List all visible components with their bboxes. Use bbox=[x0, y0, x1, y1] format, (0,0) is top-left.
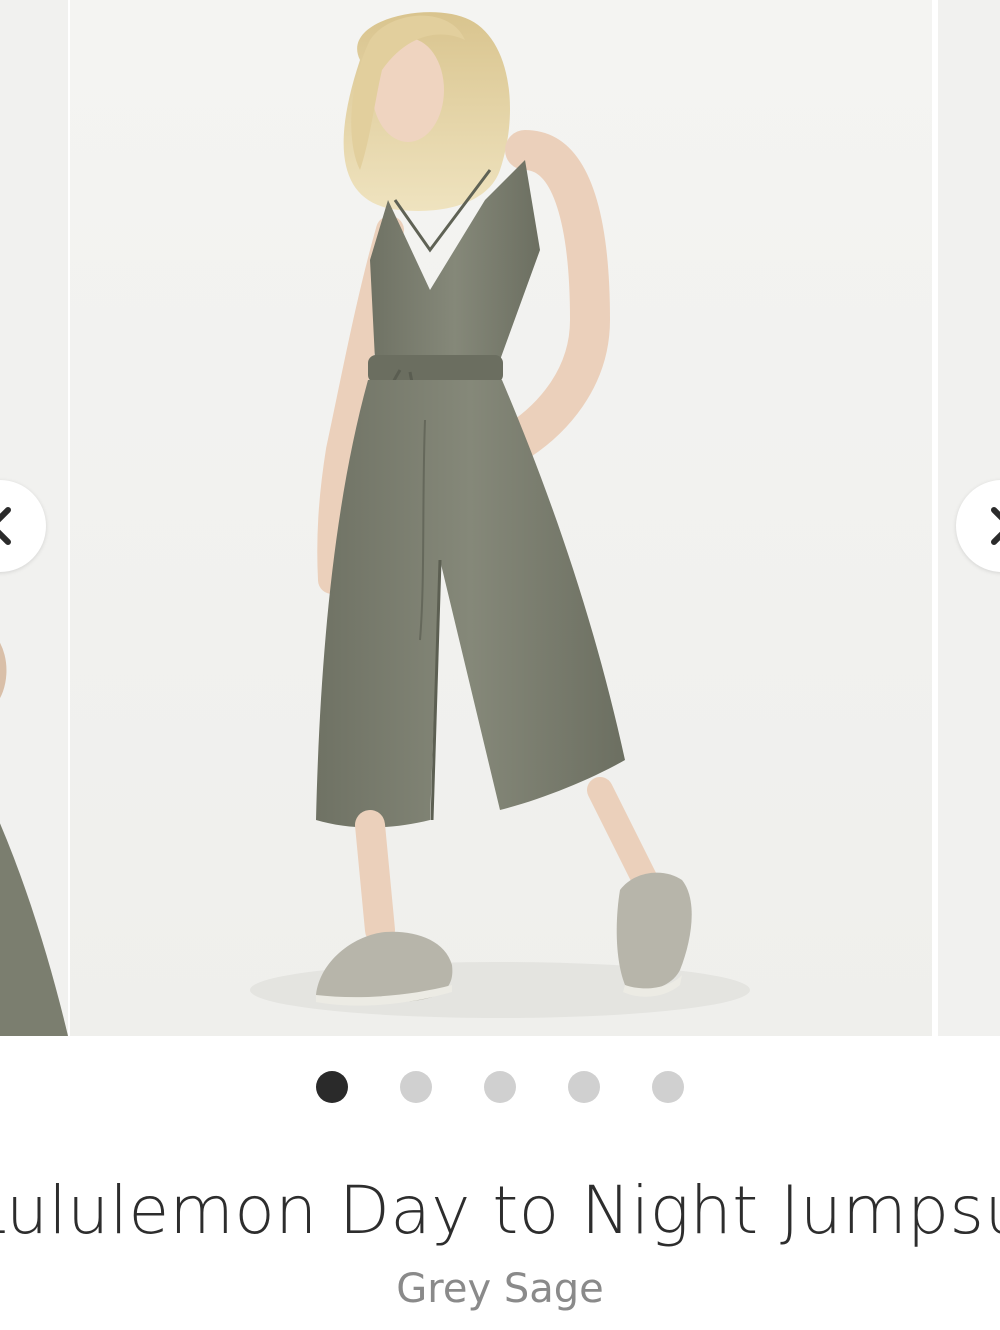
product-color-name: Grey Sage bbox=[396, 1266, 604, 1312]
chevron-right-icon bbox=[991, 507, 1000, 545]
carousel-dot-3[interactable] bbox=[484, 1071, 516, 1103]
chevron-left-icon bbox=[0, 507, 11, 545]
carousel-dot-5[interactable] bbox=[652, 1071, 684, 1103]
carousel-dot-2[interactable] bbox=[400, 1071, 432, 1103]
carousel-prev-button[interactable] bbox=[0, 480, 46, 572]
image-carousel[interactable] bbox=[0, 0, 1000, 1036]
carousel-next-button[interactable] bbox=[956, 480, 1000, 572]
carousel-pagination bbox=[0, 1070, 1000, 1104]
product-title: Lululemon Day to Night Jumpsuit bbox=[0, 1172, 1000, 1249]
product-photo bbox=[70, 0, 932, 1036]
carousel-dot-1[interactable] bbox=[316, 1071, 348, 1103]
carousel-dot-4[interactable] bbox=[568, 1071, 600, 1103]
carousel-slide-current[interactable] bbox=[70, 0, 932, 1036]
product-page: Lululemon Day to Night Jumpsuit Grey Sag… bbox=[0, 0, 1000, 1330]
